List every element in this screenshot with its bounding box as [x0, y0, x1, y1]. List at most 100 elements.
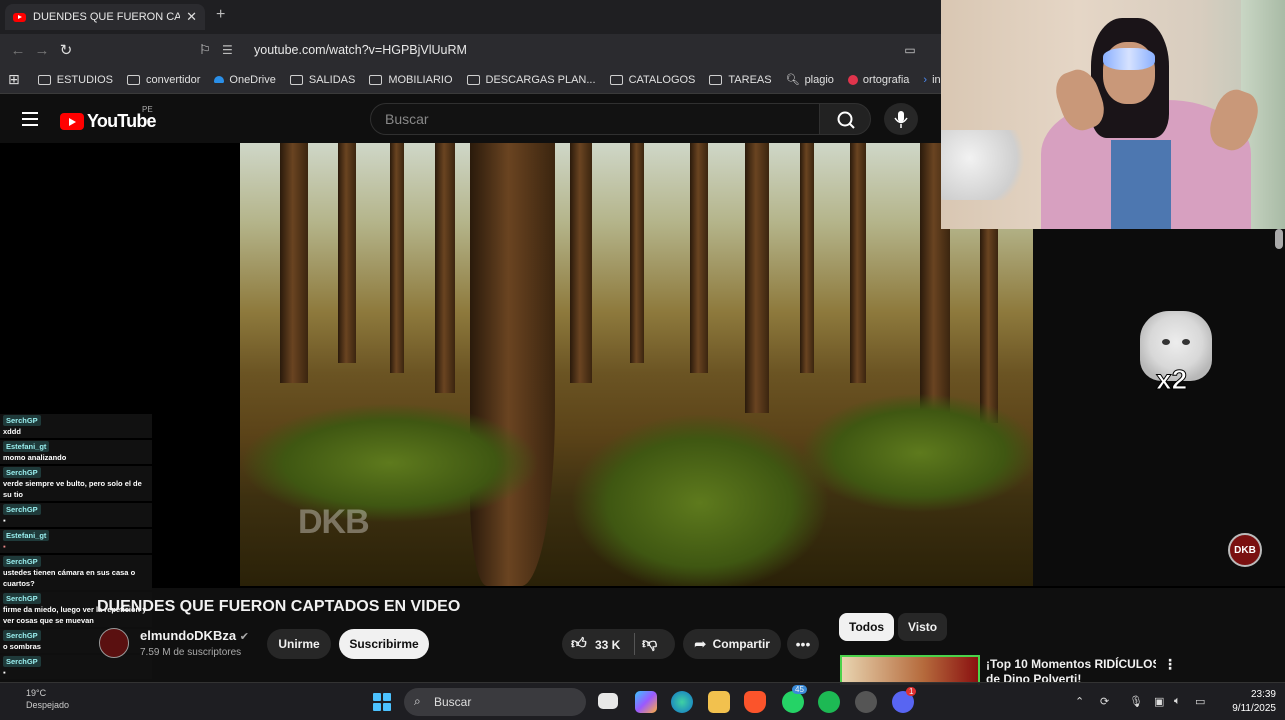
- forward-icon[interactable]: →: [30, 38, 54, 62]
- edge-icon[interactable]: [671, 691, 693, 713]
- more-actions-icon[interactable]: •••: [787, 629, 819, 659]
- folder-icon: [709, 74, 723, 85]
- ortografia-icon: [847, 74, 858, 85]
- sync-icon[interactable]: ⟳: [1100, 695, 1109, 708]
- ferns: [570, 413, 830, 586]
- battery-icon[interactable]: ▭: [1195, 695, 1205, 708]
- brave-icon[interactable]: [744, 691, 766, 713]
- channel-corner-badge: DKB: [1228, 533, 1262, 567]
- recommendation-menu-icon[interactable]: ⋮: [1163, 656, 1177, 673]
- taskbar-search[interactable]: ⌕ Buscar: [404, 688, 586, 716]
- back-icon[interactable]: ←: [6, 38, 30, 62]
- bookmark-onedrive[interactable]: OneDrive: [214, 74, 276, 86]
- volume-icon[interactable]: 🔈︎: [1174, 695, 1181, 708]
- folder-icon: [37, 74, 51, 85]
- verified-icon: ✔: [239, 631, 249, 643]
- multiplier-text: x2: [1155, 364, 1188, 396]
- bookmark-tareas[interactable]: TAREAS: [709, 74, 772, 86]
- windows-start-icon[interactable]: [373, 693, 391, 711]
- divider: [634, 633, 635, 655]
- close-tab-icon[interactable]: ✕: [186, 9, 197, 25]
- address-bar[interactable]: ☰ youtube.com/watch?v=HGPBjVlUuRM: [222, 37, 942, 63]
- mic-tray-icon[interactable]: 🎙︎: [1129, 695, 1143, 708]
- task-view-icon[interactable]: [598, 693, 618, 709]
- arrow-icon: ›: [923, 73, 928, 86]
- bookmark-convertidor[interactable]: convertidor: [126, 74, 200, 86]
- folder-icon: [466, 74, 480, 85]
- join-button[interactable]: Unirme: [267, 629, 331, 659]
- bookmark-catalogos[interactable]: CATALOGOS: [609, 74, 695, 86]
- ferns: [800, 393, 1033, 513]
- dislike-button[interactable]: 👎︎: [642, 635, 657, 653]
- whatsapp-badge: 45: [792, 685, 807, 694]
- spotify-icon[interactable]: [818, 691, 840, 713]
- chip-todos[interactable]: Todos: [839, 613, 895, 641]
- like-button[interactable]: 👍︎: [571, 635, 587, 653]
- reload-icon[interactable]: ↻: [54, 38, 78, 62]
- chat-message: SerchGP xddd: [0, 414, 152, 438]
- bookmark-salidas[interactable]: SALIDAS: [289, 74, 355, 86]
- chat-message: Estefani_gt momo analizando: [0, 440, 152, 464]
- magnifier-icon: 🔍︎: [785, 74, 800, 86]
- webcam-feed: [941, 0, 1285, 229]
- tree-trunk: [435, 143, 455, 393]
- microphone-icon: [894, 111, 908, 128]
- page-scrollbar[interactable]: [1275, 229, 1283, 249]
- tree-trunk: [745, 143, 769, 413]
- youtube-logo[interactable]: YouTube PE: [60, 105, 157, 132]
- voice-search-button[interactable]: [884, 103, 918, 135]
- network-icon[interactable]: ▣: [1154, 695, 1164, 708]
- bookmark-icon[interactable]: ⚐: [193, 38, 217, 62]
- tree-trunk: [630, 143, 644, 363]
- tray-overflow-icon[interactable]: ⌃: [1075, 695, 1084, 708]
- bookmark-estudios[interactable]: ESTUDIOS: [37, 74, 113, 86]
- discord-badge: 1: [906, 687, 917, 696]
- folder-icon: [289, 74, 303, 85]
- emote-icon: ▪: [3, 542, 6, 551]
- tab-title: DUENDES QUE FUERON CAPTAD: [33, 11, 181, 23]
- browser-tab[interactable]: DUENDES QUE FUERON CAPTAD ✕: [5, 4, 205, 30]
- weather-widget[interactable]: 19°C Despejado: [26, 687, 69, 711]
- search-input[interactable]: Buscar: [370, 103, 820, 135]
- chatgpt-icon[interactable]: [855, 691, 877, 713]
- onedrive-icon: [214, 76, 225, 83]
- whatsapp-icon[interactable]: [782, 691, 804, 713]
- tree-trunk: [850, 143, 866, 383]
- chat-message: Estefani_gt ▪: [0, 529, 152, 553]
- taskbar-clock[interactable]: 23:39 9/11/2025: [1230, 688, 1276, 716]
- url-text: youtube.com/watch?v=HGPBjVlUuRM: [254, 43, 467, 57]
- recommendation-thumbnail[interactable]: [840, 655, 980, 685]
- new-tab-icon[interactable]: +: [216, 6, 225, 24]
- cast-icon[interactable]: ▭: [898, 38, 922, 62]
- folder-icon: [369, 74, 383, 85]
- tree-trunk: [390, 143, 404, 373]
- chat-message: SerchGP ▪: [0, 655, 152, 679]
- plush-toys: [941, 130, 1036, 200]
- channel-name[interactable]: elmundoDKBza ✔: [140, 628, 249, 643]
- tree-trunk: [570, 143, 592, 383]
- copilot-icon[interactable]: [635, 691, 657, 713]
- chip-visto[interactable]: Visto: [898, 613, 948, 641]
- bookmark-mobiliario[interactable]: MOBILIARIO: [369, 74, 453, 86]
- file-explorer-icon[interactable]: [708, 691, 730, 713]
- apps-grid-icon[interactable]: ⊞: [8, 71, 20, 88]
- emote-icon: ▪: [3, 668, 6, 677]
- video-watermark: DKB: [298, 503, 370, 541]
- screen: DUENDES QUE FUERON CAPTAD ✕ + ← → ↻ ⚐ ☰ …: [0, 0, 1285, 720]
- recommendation-title[interactable]: ¡Top 10 Momentos RIDÍCULOS de Dino Polver…: [986, 657, 1156, 685]
- search-button[interactable]: [819, 103, 871, 135]
- youtube-favicon-icon: [13, 12, 26, 22]
- channel-avatar[interactable]: [99, 628, 129, 658]
- bookmark-descargas[interactable]: DESCARGAS PLAN...: [466, 74, 596, 86]
- ferns: [240, 403, 540, 523]
- subscribe-button[interactable]: Suscribirme: [339, 629, 429, 659]
- chat-message: SerchGP verde siempre ve bulto, pero solo…: [0, 466, 152, 501]
- youtube-play-icon: [60, 113, 84, 130]
- menu-icon[interactable]: [22, 112, 38, 126]
- video-frame[interactable]: DKB: [240, 143, 1033, 586]
- chat-message: SerchGP ustedes tienen cámara en sus casa…: [0, 555, 152, 590]
- bookmark-plagio[interactable]: 🔍︎ plagio: [785, 73, 834, 87]
- bookmark-ortografia[interactable]: ortografia: [847, 74, 909, 86]
- site-info-icon[interactable]: ☰: [222, 43, 236, 57]
- share-button[interactable]: ➦ Compartir: [683, 629, 781, 659]
